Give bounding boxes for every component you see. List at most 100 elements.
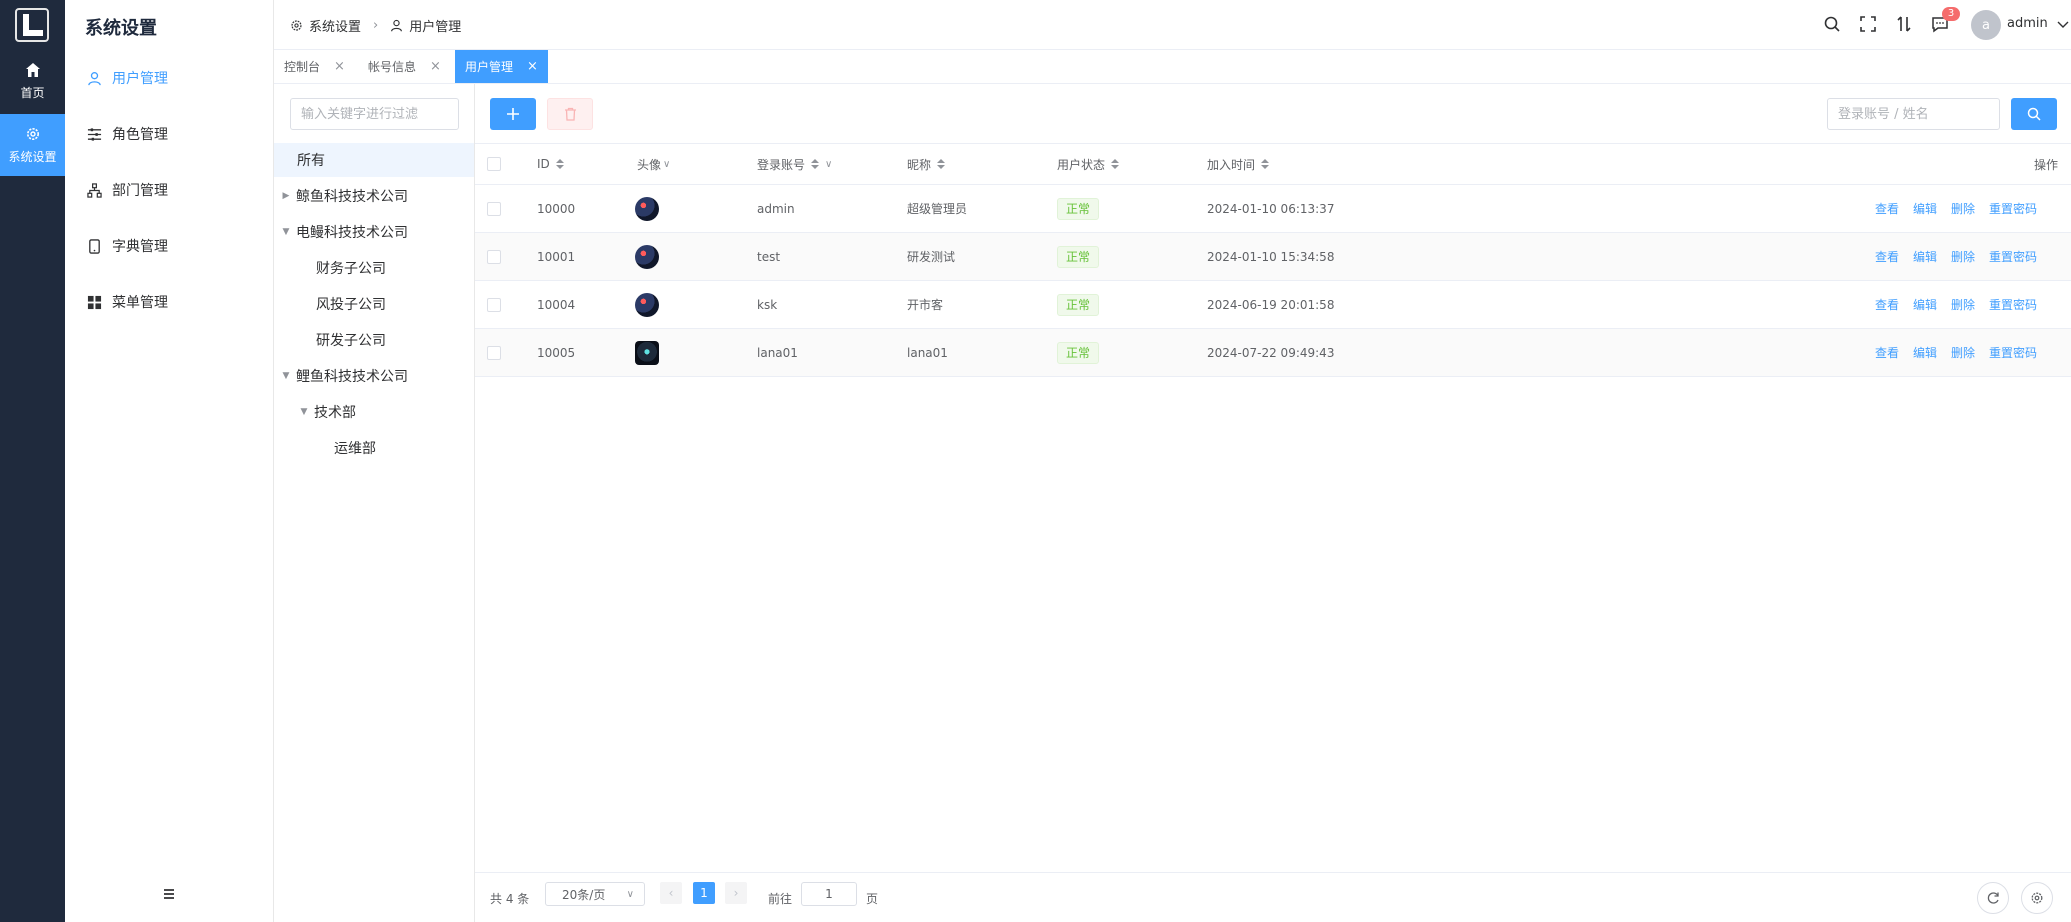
transfer-icon[interactable] (1895, 15, 1913, 33)
close-icon[interactable]: × (334, 59, 345, 74)
tab-bar: 控制台 × 帐号信息 × 用户管理 × (274, 50, 2071, 84)
tree-filter-input[interactable] (290, 98, 459, 130)
view-link[interactable]: 查看 (1875, 248, 1899, 265)
grid-icon (87, 295, 102, 309)
table-row: 10001 test 研发测试 正常 2024-01-10 15:34:58 查… (475, 233, 2071, 281)
close-icon[interactable]: × (430, 59, 441, 74)
refresh-button[interactable] (1977, 882, 2009, 914)
user-avatar[interactable] (635, 340, 659, 365)
tree-node[interactable]: ▶ 鲸鱼科技技术公司 (274, 179, 474, 213)
tree-node[interactable]: 研发子公司 (274, 323, 474, 357)
reset-password-link[interactable]: 重置密码 (1989, 248, 2037, 265)
collapse-menu-icon[interactable] (161, 886, 177, 902)
row-checkbox[interactable] (487, 298, 501, 312)
tab-account-info[interactable]: 帐号信息 × (358, 50, 451, 83)
delete-users-button[interactable] (547, 98, 593, 130)
delete-link[interactable]: 删除 (1951, 200, 1975, 217)
rail-item-settings[interactable]: 系统设置 (0, 114, 65, 176)
caret-down-icon[interactable]: ▼ (280, 371, 292, 381)
delete-link[interactable]: 删除 (1951, 344, 1975, 361)
column-label: ID (537, 157, 550, 171)
prev-page-button[interactable]: ‹ (660, 882, 682, 904)
delete-link[interactable]: 删除 (1951, 296, 1975, 313)
rail-item-home[interactable]: 首页 (0, 50, 65, 112)
tree-node[interactable]: ▼ 电鳗科技技术公司 (274, 215, 474, 249)
page-size-select[interactable]: 20条/页 ∨ (545, 882, 645, 906)
caret-right-icon[interactable]: ▶ (280, 191, 292, 201)
submenu-item-dictionary[interactable]: 字典管理 (87, 234, 168, 258)
page-number-current[interactable]: 1 (693, 882, 715, 904)
tab-dashboard[interactable]: 控制台 × (274, 50, 355, 83)
reset-password-link[interactable]: 重置密码 (1989, 344, 2037, 361)
row-checkbox[interactable] (487, 250, 501, 264)
goto-page-input[interactable]: 1 (801, 882, 857, 906)
submenu-item-departments[interactable]: 部门管理 (87, 178, 168, 202)
search-icon[interactable] (1823, 15, 1841, 33)
top-header: 系统设置 › 用户管理 3 a admin (274, 0, 2071, 50)
submenu-item-label: 部门管理 (112, 183, 168, 199)
tree-node[interactable]: ▼ 技术部 (274, 395, 474, 429)
view-link[interactable]: 查看 (1875, 296, 1899, 313)
status-badge: 正常 (1057, 245, 1100, 268)
select-all-checkbox[interactable] (487, 157, 501, 171)
view-link[interactable]: 查看 (1875, 344, 1899, 361)
row-checkbox[interactable] (487, 202, 501, 216)
tree-node[interactable]: 财务子公司 (274, 251, 474, 285)
user-name[interactable]: admin (2007, 16, 2048, 31)
column-nickname[interactable]: 昵称 (907, 144, 946, 184)
reset-password-link[interactable]: 重置密码 (1989, 296, 2037, 313)
tree-node-all[interactable]: 所有 (274, 143, 474, 177)
edit-link[interactable]: 编辑 (1913, 248, 1937, 265)
department-tree: 所有 ▶ 鲸鱼科技技术公司 ▼ 电鳗科技技术公司 财务子公司 风投子公司 研发子… (274, 84, 475, 922)
edit-link[interactable]: 编辑 (1913, 344, 1937, 361)
delete-link[interactable]: 删除 (1951, 248, 1975, 265)
reset-password-link[interactable]: 重置密码 (1989, 200, 2037, 217)
sort-icon[interactable] (811, 159, 820, 169)
view-link[interactable]: 查看 (1875, 200, 1899, 217)
plus-icon (507, 108, 519, 120)
tree-node[interactable]: 风投子公司 (274, 287, 474, 321)
column-id[interactable]: ID (537, 144, 564, 184)
column-status[interactable]: 用户状态 (1057, 144, 1120, 184)
fullscreen-icon[interactable] (1859, 15, 1877, 33)
tree-node-label: 技术部 (314, 405, 356, 421)
trash-icon (564, 107, 576, 121)
settings-button[interactable] (2021, 882, 2053, 914)
caret-down-icon[interactable]: ▼ (298, 407, 310, 417)
submenu-item-users[interactable]: 用户管理 (87, 66, 168, 90)
chevron-down-icon[interactable]: ∨ (825, 159, 832, 170)
next-page-button[interactable]: › (725, 882, 747, 904)
breadcrumb-item: 用户管理 (409, 20, 462, 35)
submenu-item-label: 菜单管理 (112, 295, 168, 311)
add-user-button[interactable] (490, 98, 536, 130)
search-button[interactable] (2011, 98, 2057, 130)
sort-icon[interactable] (1261, 159, 1270, 169)
chevron-down-icon[interactable]: ∨ (663, 159, 670, 170)
avatar[interactable]: a (1971, 10, 2001, 40)
user-avatar[interactable] (635, 244, 659, 269)
sort-icon[interactable] (555, 159, 564, 169)
column-label: 操作 (2034, 157, 2059, 172)
tree-node[interactable]: ▼ 鲤鱼科技技术公司 (274, 359, 474, 393)
sort-icon[interactable] (1111, 159, 1120, 169)
breadcrumb-item[interactable]: 系统设置 (309, 16, 361, 35)
user-avatar[interactable] (635, 196, 659, 221)
column-account[interactable]: 登录账号 ∨ (757, 144, 832, 184)
refresh-icon (1987, 892, 1999, 904)
column-joined[interactable]: 加入时间 (1207, 144, 1270, 184)
row-checkbox[interactable] (487, 346, 501, 360)
close-icon[interactable]: × (527, 59, 538, 74)
caret-down-icon[interactable]: ▼ (280, 227, 292, 237)
tree-node[interactable]: 运维部 (274, 431, 474, 465)
submenu-item-menus[interactable]: 菜单管理 (87, 290, 168, 314)
sort-icon[interactable] (937, 159, 946, 169)
tab-user-management[interactable]: 用户管理 × (455, 50, 548, 83)
edit-link[interactable]: 编辑 (1913, 296, 1937, 313)
submenu-item-roles[interactable]: 角色管理 (87, 122, 168, 146)
edit-link[interactable]: 编辑 (1913, 200, 1937, 217)
chevron-down-icon[interactable] (2056, 17, 2070, 31)
user-avatar[interactable] (635, 292, 659, 317)
app-logo[interactable] (15, 8, 49, 42)
search-input[interactable] (1827, 98, 2000, 130)
cell-account: lana01 (757, 345, 798, 360)
